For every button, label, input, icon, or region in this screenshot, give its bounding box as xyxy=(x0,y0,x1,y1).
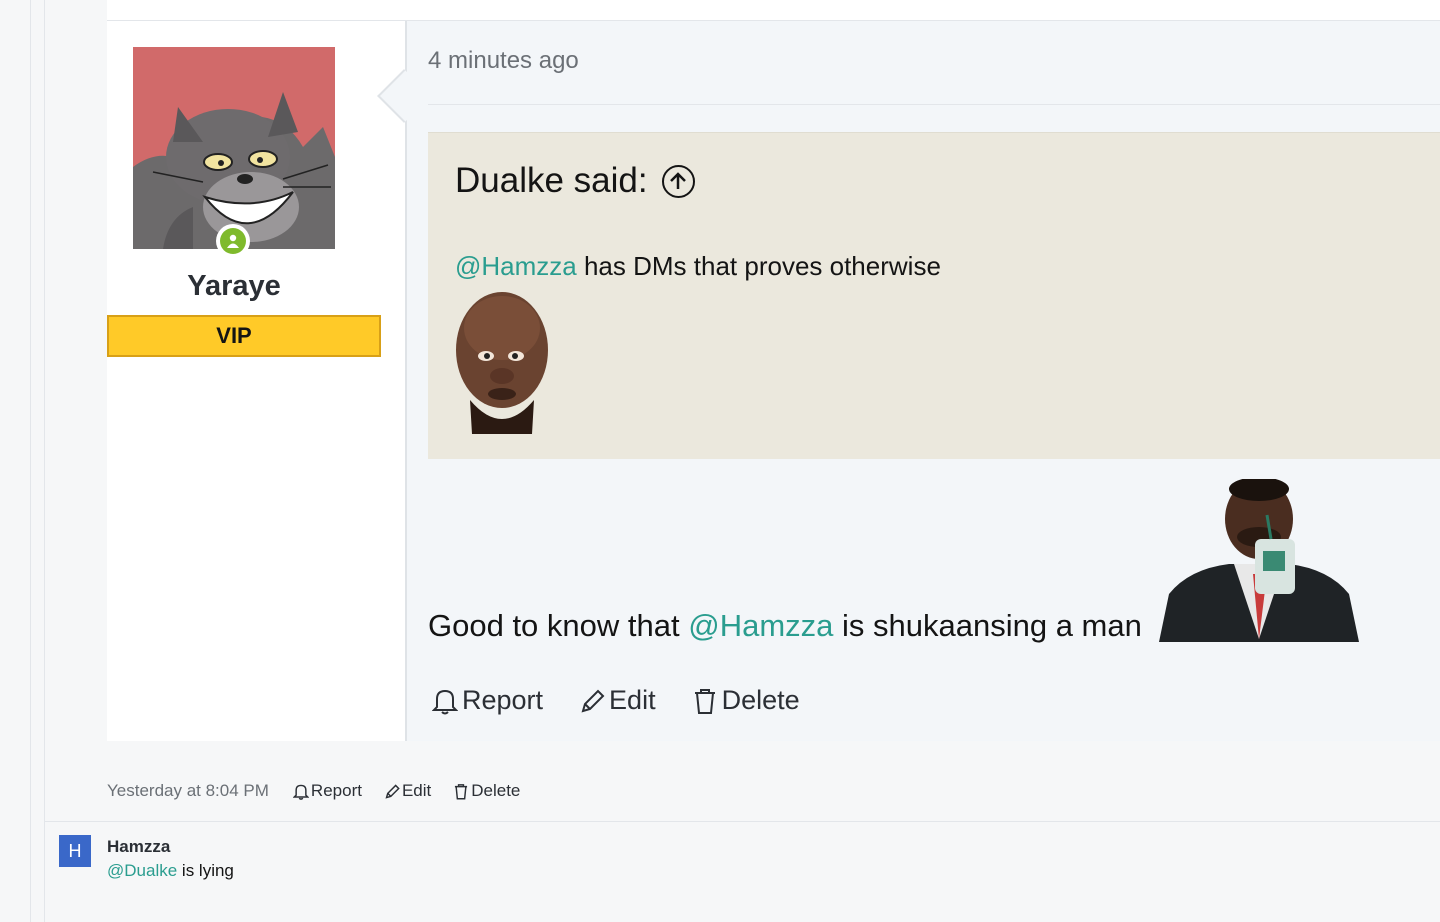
post-timestamp[interactable]: 4 minutes ago xyxy=(428,47,579,75)
meta-delete-label: Delete xyxy=(471,781,521,800)
post-date[interactable]: Yesterday at 8:04 PM xyxy=(107,781,269,801)
comment-avatar[interactable]: H xyxy=(59,835,91,867)
post-body: Good to know that @Hamzza is shukaansing… xyxy=(428,608,1142,644)
user-icon xyxy=(227,234,239,248)
bell-icon xyxy=(292,784,309,800)
mention-link[interactable]: @Dualke xyxy=(107,861,177,880)
header-divider xyxy=(428,104,1440,105)
previous-post-bottom xyxy=(107,0,1440,21)
vip-badge-label: VIP xyxy=(216,323,252,348)
comment-text-body: is lying xyxy=(177,861,234,880)
meta-edit-button[interactable]: Edit xyxy=(384,781,431,801)
meta-divider xyxy=(45,821,1440,822)
post-actions: Report Edit Delete xyxy=(432,685,800,716)
report-button[interactable]: Report xyxy=(432,685,543,716)
bell-icon xyxy=(432,689,458,714)
arrow-up-circle-icon[interactable] xyxy=(661,164,695,198)
user-avatar[interactable] xyxy=(133,47,335,249)
delete-label: Delete xyxy=(721,685,800,715)
delete-button[interactable]: Delete xyxy=(692,685,800,716)
report-label: Report xyxy=(462,685,544,715)
pencil-icon xyxy=(385,783,400,799)
post-text-prefix: Good to know that xyxy=(428,608,689,643)
mention-link[interactable]: @Hamzza xyxy=(688,608,833,643)
quote-author[interactable]: Dualke said: xyxy=(455,161,648,201)
post-user-column: Yaraye VIP xyxy=(107,21,405,741)
quote-text: @Hamzza has DMs that proves otherwise xyxy=(455,251,941,282)
comment-author[interactable]: Hamzza xyxy=(107,837,170,857)
meta-report-button[interactable]: Report xyxy=(292,781,362,801)
quote-header: Dualke said: xyxy=(455,161,695,201)
meta-edit-label: Edit xyxy=(401,781,432,800)
edit-button[interactable]: Edit xyxy=(579,685,656,716)
user-vip-badge: VIP xyxy=(107,315,381,357)
mention-link[interactable]: @Hamzza xyxy=(455,251,577,281)
comment-text: @Dualke is lying xyxy=(107,861,234,881)
meta-delete-button[interactable]: Delete xyxy=(453,781,520,801)
man-drinking-emoji-image xyxy=(1159,477,1359,642)
pencil-icon xyxy=(581,689,605,712)
trash-icon xyxy=(455,783,468,800)
shaq-emoji-image xyxy=(452,288,552,434)
trash-icon xyxy=(694,688,715,714)
quote-text-body: has DMs that proves otherwise xyxy=(576,251,941,281)
online-status-indicator xyxy=(216,224,250,258)
left-gutter-inner xyxy=(44,0,45,922)
post-meta-bar: Yesterday at 8:04 PM Report Edit Delete xyxy=(107,781,542,801)
column-divider xyxy=(405,21,407,741)
post-text-suffix: is shukaansing a man xyxy=(833,608,1142,643)
username-link[interactable]: Yaraye xyxy=(107,270,361,303)
edit-label: Edit xyxy=(609,685,656,715)
left-gutter xyxy=(30,0,31,922)
quote-block: Dualke said: @Hamzza has DMs that proves… xyxy=(428,132,1440,459)
post-message: Yaraye VIP 4 minutes ago Dualke said: @H… xyxy=(107,21,1440,741)
meta-report-label: Report xyxy=(310,781,362,800)
